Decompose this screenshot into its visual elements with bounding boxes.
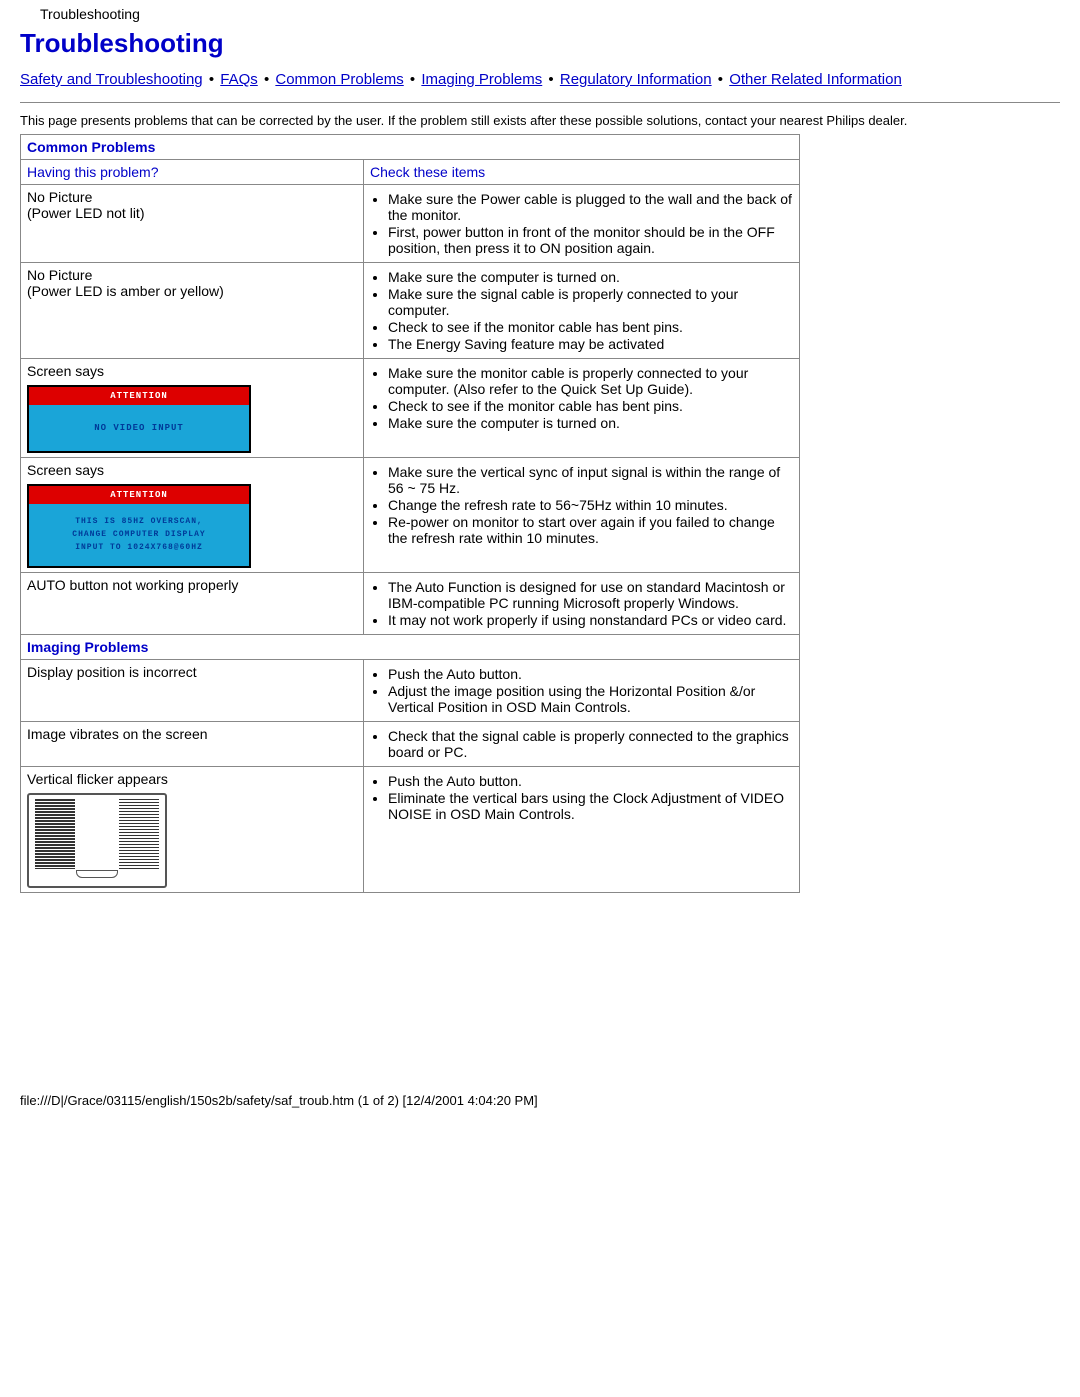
section-imaging-problems: Imaging Problems [21, 635, 800, 660]
osd-no-video: ATTENTION NO VIDEO INPUT [27, 385, 251, 453]
table-row: Image vibrates on the screen Check that … [21, 722, 800, 767]
list-item: Check that the signal cable is properly … [388, 728, 793, 760]
osd-line: INPUT TO 1024X768@60HZ [33, 542, 245, 555]
problem-cell: Display position is incorrect [21, 660, 364, 722]
vertical-flicker-icon [27, 793, 167, 888]
osd-attention: ATTENTION [29, 387, 249, 405]
footer-path: file:///D|/Grace/03115/english/150s2b/sa… [20, 1093, 1060, 1118]
intro-text: This page presents problems that can be … [20, 113, 1060, 128]
osd-line: CHANGE COMPUTER DISPLAY [33, 529, 245, 542]
monitor-stand-icon [76, 870, 118, 878]
check-cell: Make sure the Power cable is plugged to … [364, 185, 800, 263]
list-item: Check to see if the monitor cable has be… [388, 398, 793, 414]
problem-text: (Power LED not lit) [27, 205, 357, 221]
nav-sep: • [408, 71, 417, 88]
nav-common[interactable]: Common Problems [275, 71, 403, 88]
troubleshooting-table: Common Problems Having this problem? Che… [20, 134, 800, 893]
osd-line: THIS IS 85HZ OVERSCAN, [33, 516, 245, 529]
table-row: Common Problems [21, 135, 800, 160]
problem-cell: No Picture (Power LED is amber or yellow… [21, 263, 364, 359]
list-item: Eliminate the vertical bars using the Cl… [388, 790, 793, 822]
table-row: Screen says ATTENTION NO VIDEO INPUT Mak… [21, 359, 800, 458]
header-small: Troubleshooting [20, 0, 1060, 24]
osd-body: THIS IS 85HZ OVERSCAN, CHANGE COMPUTER D… [29, 504, 249, 566]
list-item: Change the refresh rate to 56~75Hz withi… [388, 497, 793, 513]
table-row: No Picture (Power LED is amber or yellow… [21, 263, 800, 359]
list-item: First, power button in front of the moni… [388, 224, 793, 256]
problem-text: No Picture [27, 189, 357, 205]
divider [20, 102, 1060, 103]
problem-cell: AUTO button not working properly [21, 573, 364, 635]
problem-text: Vertical flicker appears [27, 771, 357, 787]
nav-other[interactable]: Other Related Information [729, 71, 902, 88]
nav-links: Safety and Troubleshooting • FAQs • Comm… [20, 71, 1060, 88]
nav-sep: • [262, 71, 271, 88]
table-row: AUTO button not working properly The Aut… [21, 573, 800, 635]
col-header-problem: Having this problem? [21, 160, 364, 185]
table-row: Display position is incorrect Push the A… [21, 660, 800, 722]
nav-regulatory[interactable]: Regulatory Information [560, 71, 712, 88]
problem-cell: Image vibrates on the screen [21, 722, 364, 767]
problem-cell: Vertical flicker appears [21, 767, 364, 893]
check-cell: The Auto Function is designed for use on… [364, 573, 800, 635]
problem-text: Screen says [27, 462, 357, 478]
table-row: Vertical flicker appears Push the Auto b… [21, 767, 800, 893]
nav-sep: • [207, 71, 216, 88]
col-header-check: Check these items [364, 160, 800, 185]
list-item: Make sure the Power cable is plugged to … [388, 191, 793, 223]
check-cell: Push the Auto button. Adjust the image p… [364, 660, 800, 722]
nav-safety[interactable]: Safety and Troubleshooting [20, 71, 203, 88]
list-item: Make sure the monitor cable is properly … [388, 365, 793, 397]
problem-text: (Power LED is amber or yellow) [27, 283, 357, 299]
nav-faqs[interactable]: FAQs [220, 71, 258, 88]
osd-overscan: ATTENTION THIS IS 85HZ OVERSCAN, CHANGE … [27, 484, 251, 568]
list-item: Re-power on monitor to start over again … [388, 514, 793, 546]
table-row: Imaging Problems [21, 635, 800, 660]
flicker-bar [119, 799, 159, 869]
list-item: Make sure the signal cable is properly c… [388, 286, 793, 318]
flicker-bar [35, 799, 75, 869]
list-item: Check to see if the monitor cable has be… [388, 319, 793, 335]
list-item: The Energy Saving feature may be activat… [388, 336, 793, 352]
problem-cell: No Picture (Power LED not lit) [21, 185, 364, 263]
check-cell: Push the Auto button. Eliminate the vert… [364, 767, 800, 893]
list-item: It may not work properly if using nonsta… [388, 612, 793, 628]
check-cell: Check that the signal cable is properly … [364, 722, 800, 767]
problem-text: No Picture [27, 267, 357, 283]
section-common-problems: Common Problems [21, 135, 800, 160]
list-item: Push the Auto button. [388, 666, 793, 682]
problem-text: Screen says [27, 363, 357, 379]
nav-sep: • [546, 71, 555, 88]
check-cell: Make sure the monitor cable is properly … [364, 359, 800, 458]
table-row: Having this problem? Check these items [21, 160, 800, 185]
check-cell: Make sure the vertical sync of input sig… [364, 458, 800, 573]
list-item: Make sure the computer is turned on. [388, 415, 793, 431]
table-row: Screen says ATTENTION THIS IS 85HZ OVERS… [21, 458, 800, 573]
osd-body: NO VIDEO INPUT [29, 405, 249, 451]
nav-imaging[interactable]: Imaging Problems [421, 71, 542, 88]
table-row: No Picture (Power LED not lit) Make sure… [21, 185, 800, 263]
page-title: Troubleshooting [20, 28, 1060, 59]
osd-attention: ATTENTION [29, 486, 249, 504]
list-item: Adjust the image position using the Hori… [388, 683, 793, 715]
nav-sep: • [716, 71, 725, 88]
problem-cell: Screen says ATTENTION NO VIDEO INPUT [21, 359, 364, 458]
list-item: Push the Auto button. [388, 773, 793, 789]
list-item: Make sure the computer is turned on. [388, 269, 793, 285]
check-cell: Make sure the computer is turned on. Mak… [364, 263, 800, 359]
problem-cell: Screen says ATTENTION THIS IS 85HZ OVERS… [21, 458, 364, 573]
list-item: The Auto Function is designed for use on… [388, 579, 793, 611]
list-item: Make sure the vertical sync of input sig… [388, 464, 793, 496]
